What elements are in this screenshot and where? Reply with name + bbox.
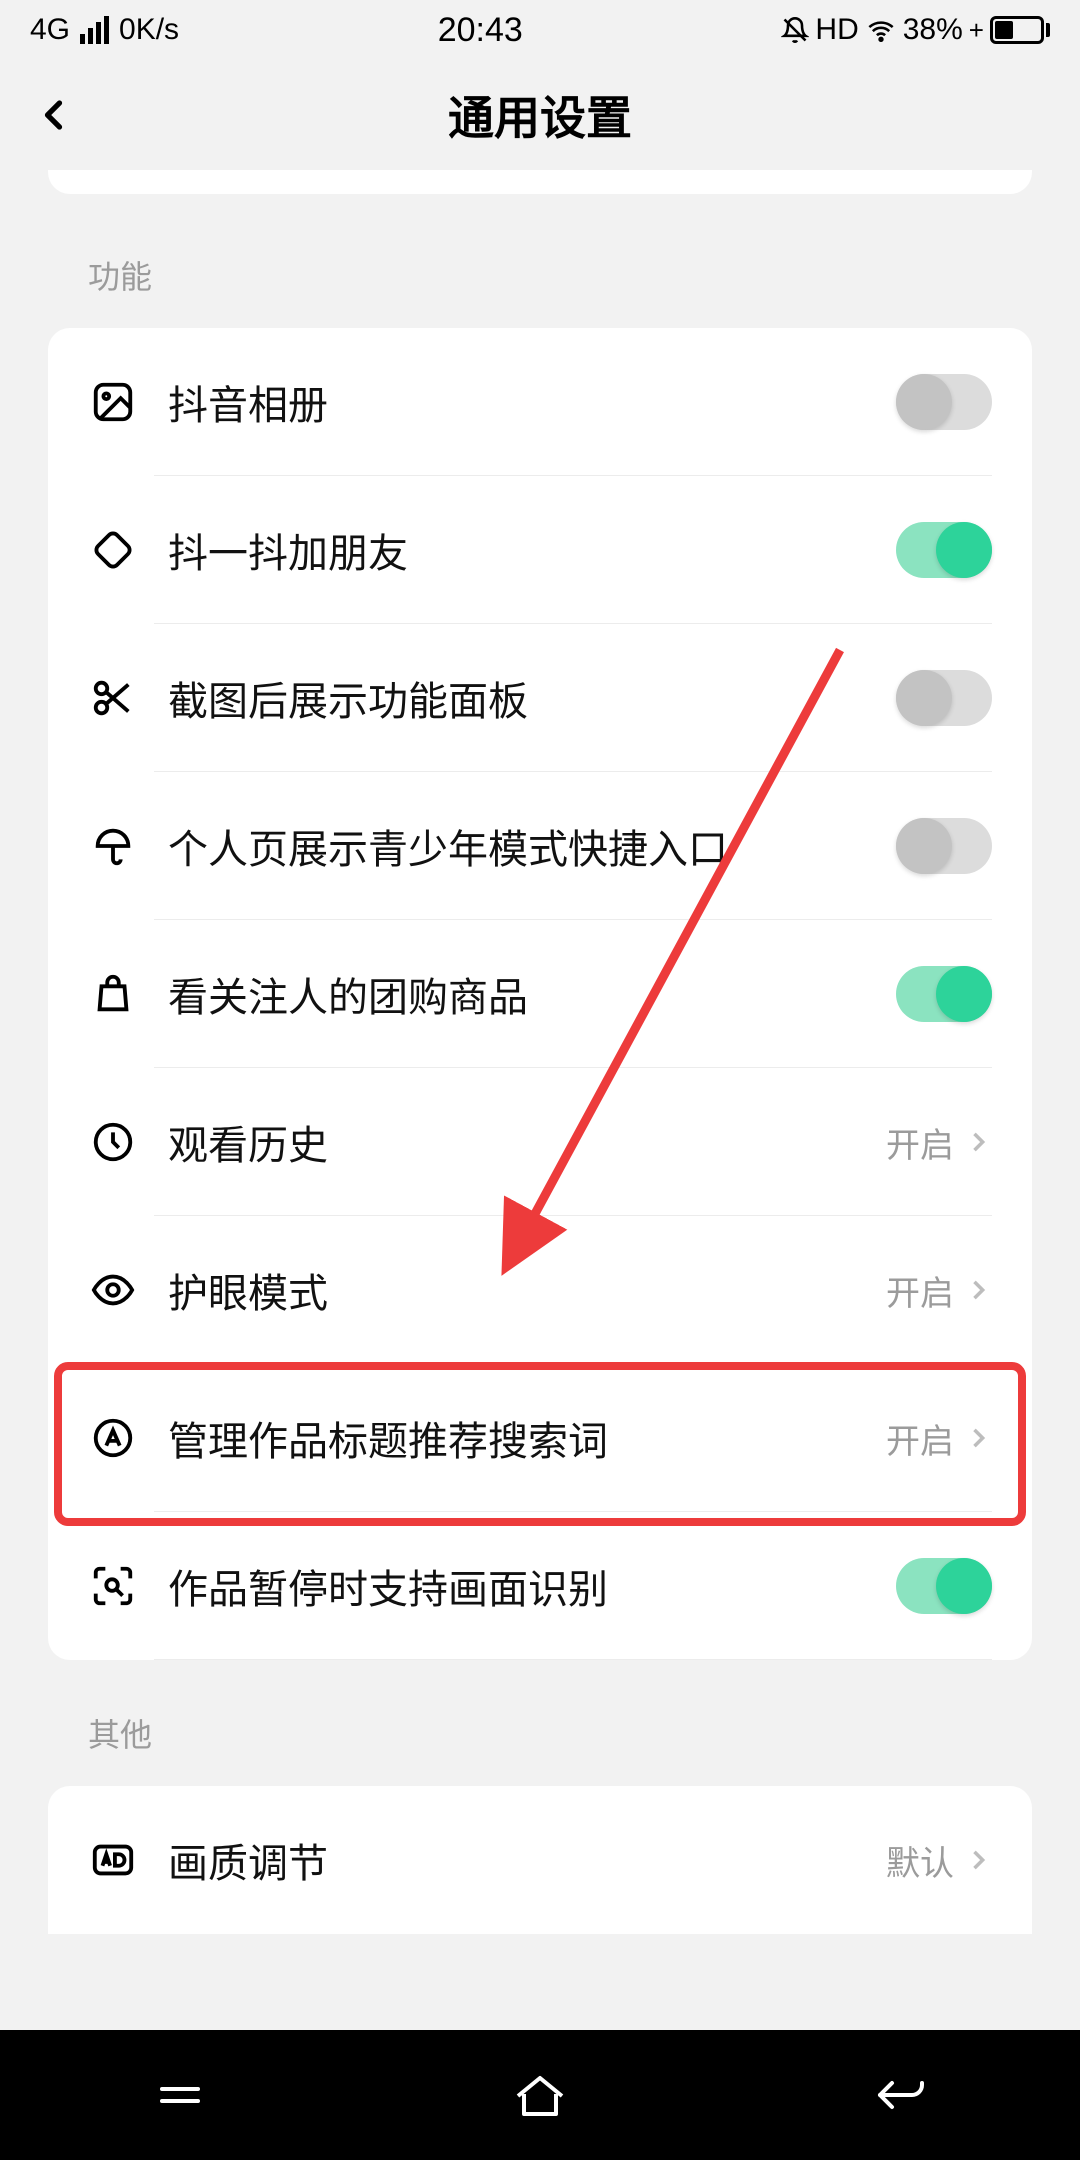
section-title-other: 其他: [0, 1660, 1080, 1786]
row-label: 管理作品标题推荐搜索词: [168, 1409, 886, 1467]
nav-home-button[interactable]: [500, 2065, 580, 2125]
a-circle-icon: [88, 1413, 138, 1463]
row-value: 开启: [886, 1266, 954, 1315]
mute-icon: [781, 16, 809, 44]
row-value: 默认: [886, 1836, 954, 1885]
row-watch-history[interactable]: 观看历史 开启: [48, 1068, 1032, 1216]
row-value: 开启: [886, 1118, 954, 1167]
hd-label: HD: [815, 13, 858, 47]
back-button[interactable]: [30, 90, 80, 140]
row-pause-recognize[interactable]: 作品暂停时支持画面识别: [48, 1512, 1032, 1660]
status-bar: 4G 0K/s 20:43 HD 38% +: [0, 0, 1080, 60]
row-manage-title-keywords[interactable]: 管理作品标题推荐搜索词 开启: [48, 1364, 1032, 1512]
toggle-group-buy[interactable]: [896, 966, 992, 1022]
ad-icon: [88, 1835, 138, 1885]
row-shake-friends[interactable]: 抖一抖加朋友: [48, 476, 1032, 624]
bag-icon: [88, 969, 138, 1019]
row-eye-mode[interactable]: 护眼模式 开启: [48, 1216, 1032, 1364]
charging-icon: +: [969, 15, 984, 46]
chevron-right-icon: [964, 1128, 992, 1156]
row-douyin-album[interactable]: 抖音相册: [48, 328, 1032, 476]
row-label: 画质调节: [168, 1831, 886, 1889]
row-label: 个人页展示青少年模式快捷入口: [168, 817, 896, 875]
row-label: 截图后展示功能面板: [168, 669, 896, 727]
android-nav-bar: [0, 2030, 1080, 2160]
scissors-icon: [88, 673, 138, 723]
battery-icon: [990, 16, 1050, 44]
page-title: 通用设置: [448, 82, 632, 148]
row-label: 抖一抖加朋友: [168, 521, 896, 579]
nav-recent-button[interactable]: [140, 2065, 220, 2125]
row-youth-mode[interactable]: 个人页展示青少年模式快捷入口: [48, 772, 1032, 920]
toggle-pause-recognize[interactable]: [896, 1558, 992, 1614]
features-card: 抖音相册 抖一抖加朋友 截图后展示功能面板 个人页展示青少年模式快捷入口 看关注…: [48, 328, 1032, 1660]
toggle-screenshot[interactable]: [896, 670, 992, 726]
nav-back-button[interactable]: [860, 2065, 940, 2125]
signal-icon: [80, 16, 109, 44]
section-title-features: 功能: [0, 202, 1080, 328]
row-label: 抖音相册: [168, 373, 896, 431]
chevron-right-icon: [964, 1846, 992, 1874]
toggle-shake[interactable]: [896, 522, 992, 578]
battery-pct: 38%: [903, 13, 963, 47]
image-icon: [88, 377, 138, 427]
row-label: 观看历史: [168, 1113, 886, 1171]
row-label: 护眼模式: [168, 1261, 886, 1319]
network-type: 4G: [30, 13, 70, 47]
row-value: 开启: [886, 1414, 954, 1463]
row-quality[interactable]: 画质调节 默认: [48, 1786, 1032, 1934]
chevron-right-icon: [964, 1424, 992, 1452]
network-speed: 0K/s: [119, 13, 179, 47]
rotate-icon: [88, 525, 138, 575]
other-card: 画质调节 默认: [48, 1786, 1032, 1934]
row-label: 看关注人的团购商品: [168, 965, 896, 1023]
umbrella-icon: [88, 821, 138, 871]
row-screenshot-panel[interactable]: 截图后展示功能面板: [48, 624, 1032, 772]
chevron-right-icon: [964, 1276, 992, 1304]
eye-icon: [88, 1265, 138, 1315]
header: 通用设置: [0, 60, 1080, 170]
row-group-buy[interactable]: 看关注人的团购商品: [48, 920, 1032, 1068]
toggle-youth[interactable]: [896, 818, 992, 874]
row-label: 作品暂停时支持画面识别: [168, 1557, 896, 1615]
previous-card-bottom: [48, 170, 1032, 194]
status-time: 20:43: [438, 11, 523, 50]
toggle-album[interactable]: [896, 374, 992, 430]
scan-search-icon: [88, 1561, 138, 1611]
clock-icon: [88, 1117, 138, 1167]
wifi-icon: [865, 16, 897, 44]
